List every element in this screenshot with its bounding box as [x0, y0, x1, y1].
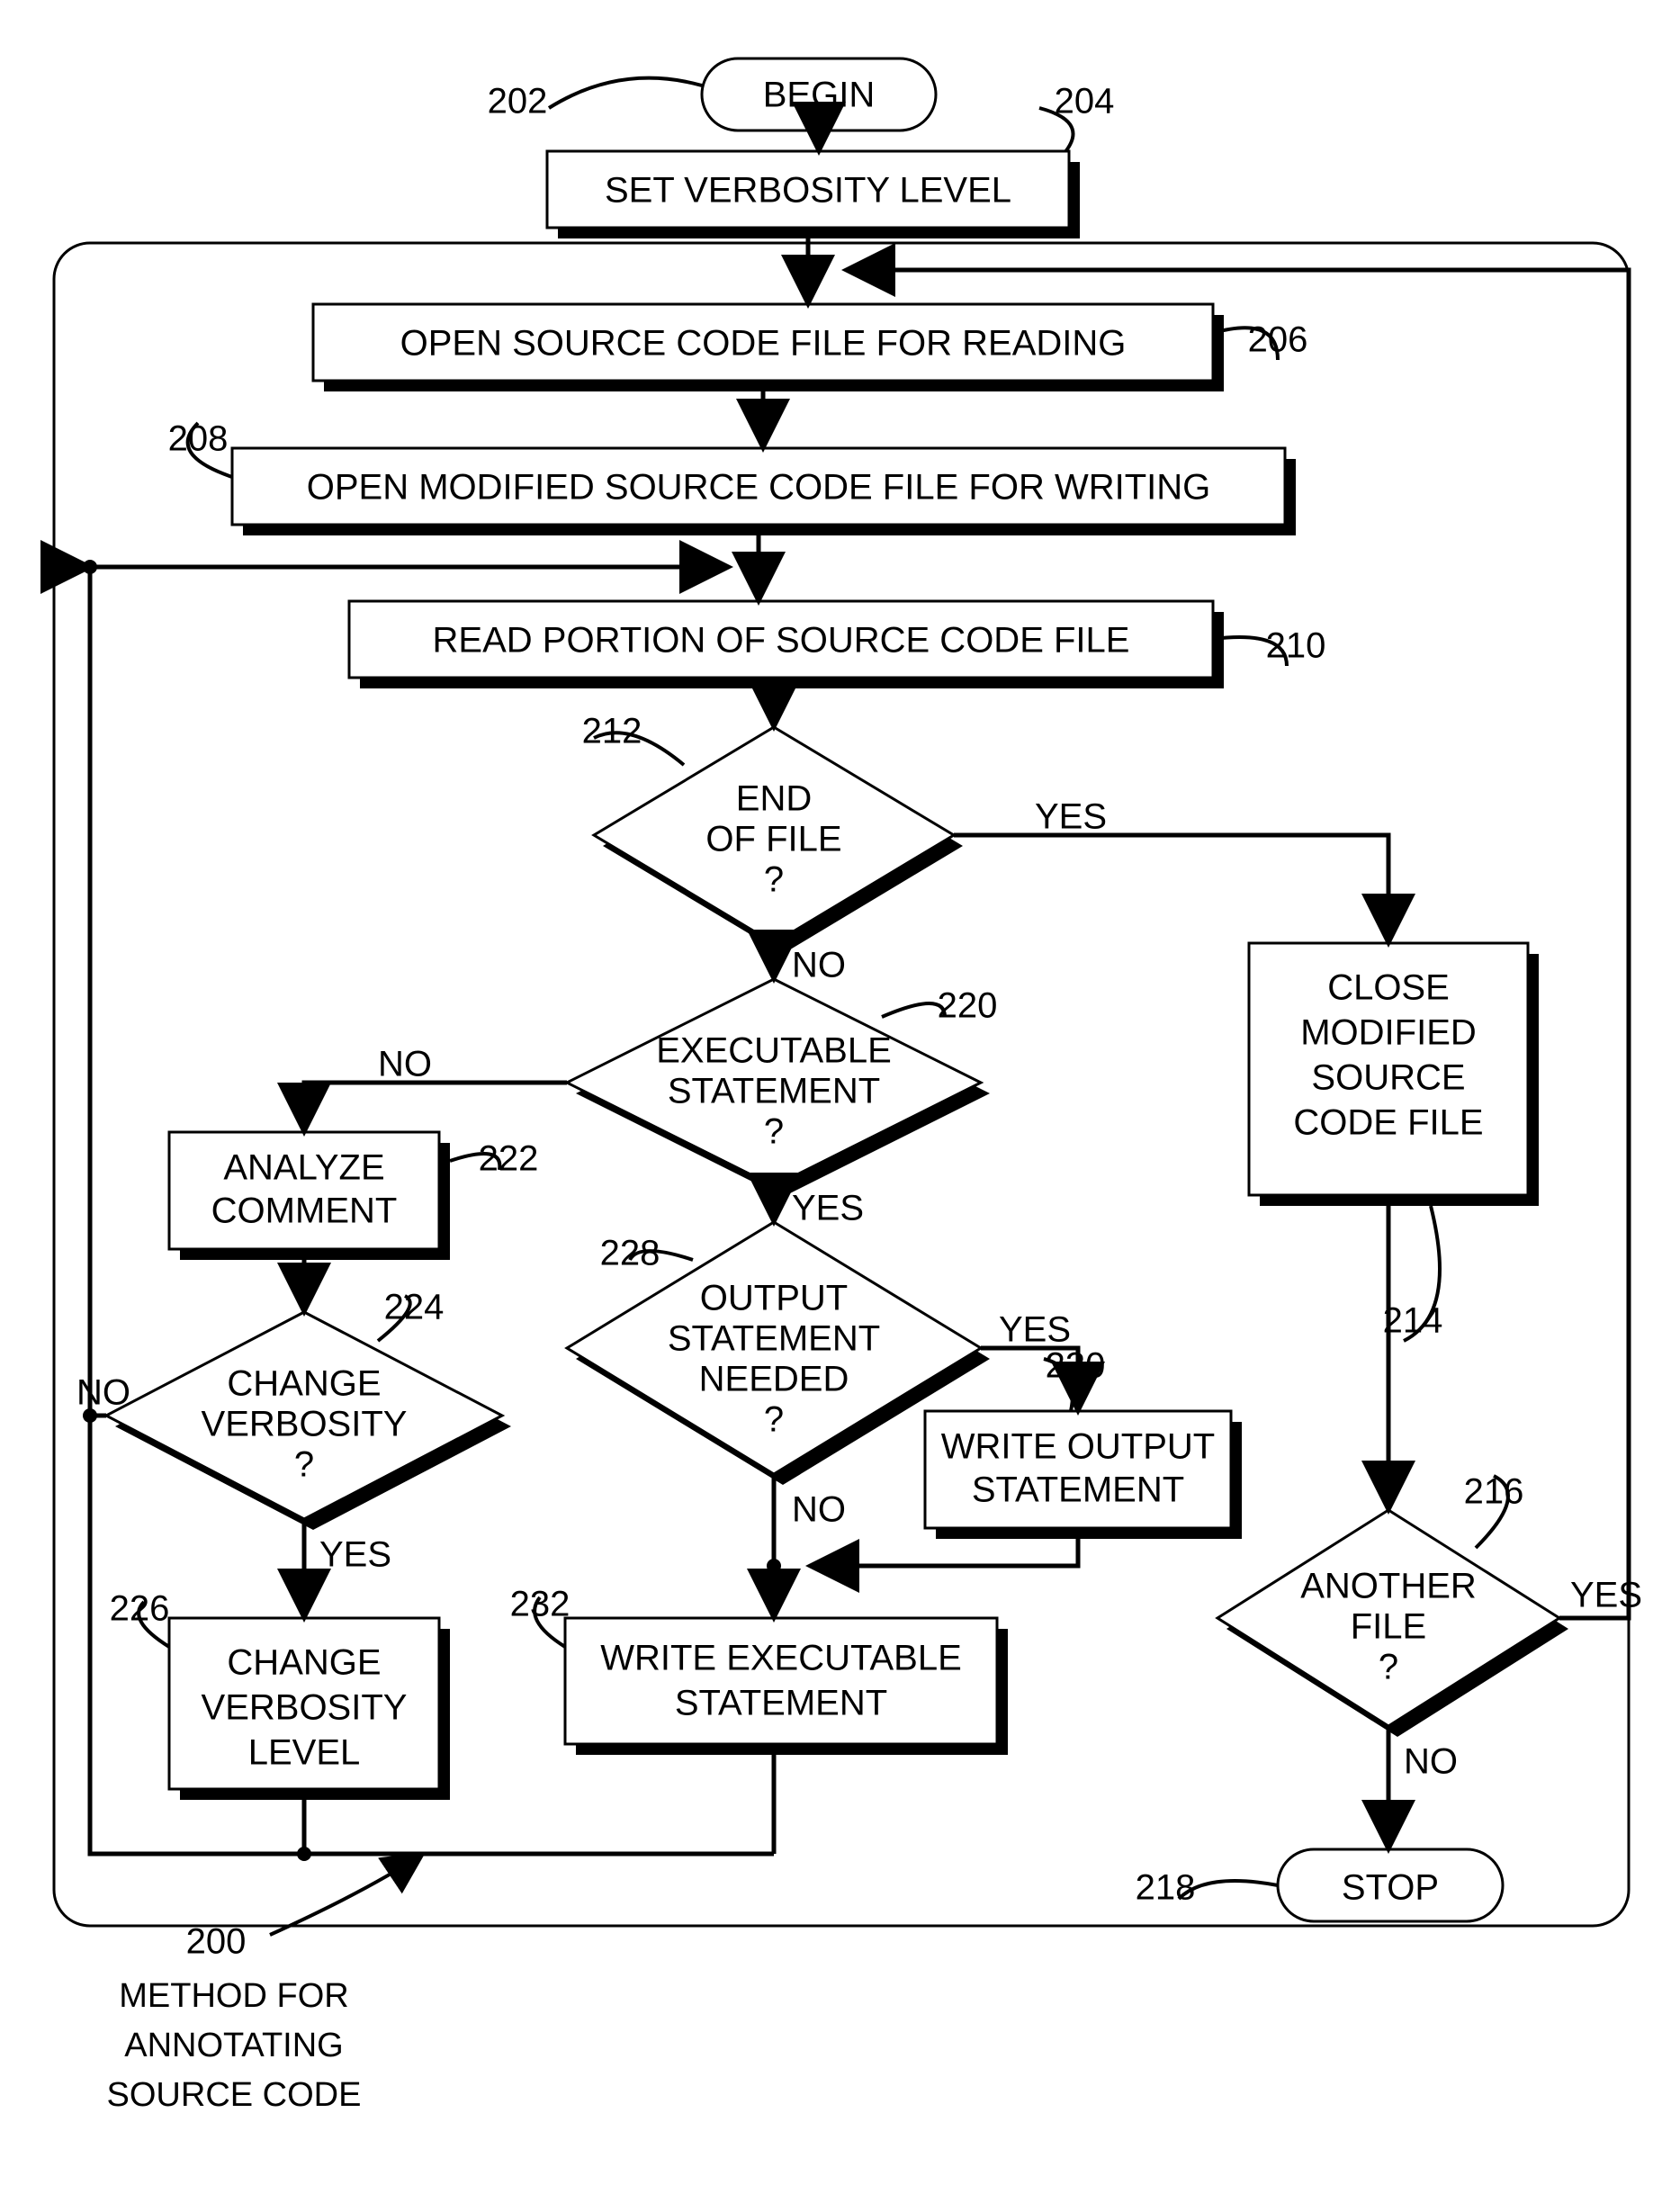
svg-text:MODIFIED: MODIFIED	[1300, 1013, 1477, 1053]
ref-222: 222	[479, 1139, 539, 1179]
svg-text:CHANGE: CHANGE	[227, 1643, 381, 1683]
ref-204: 204	[1055, 82, 1115, 121]
svg-text:OPEN MODIFIED SOURCE CODE FILE: OPEN MODIFIED SOURCE CODE FILE FOR WRITI…	[307, 468, 1211, 508]
svg-text:OUTPUT: OUTPUT	[700, 1279, 848, 1318]
svg-text:FILE: FILE	[1351, 1607, 1426, 1647]
svg-text:STATEMENT: STATEMENT	[668, 1072, 880, 1111]
node-214: CLOSE MODIFIED SOURCE CODE FILE	[1249, 943, 1539, 1206]
node-222: ANALYZE COMMENT	[169, 1132, 450, 1260]
svg-text:OPEN SOURCE CODE FILE FOR READ: OPEN SOURCE CODE FILE FOR READING	[400, 324, 1127, 364]
node-204: SET VERBOSITY LEVEL	[547, 151, 1080, 238]
edge-212-no: NO	[792, 946, 846, 985]
svg-text:LEVEL: LEVEL	[248, 1733, 361, 1773]
node-208: OPEN MODIFIED SOURCE CODE FILE FOR WRITI…	[232, 448, 1296, 535]
ref-224: 224	[384, 1288, 445, 1327]
svg-text:STATEMENT: STATEMENT	[972, 1470, 1184, 1510]
ref-212: 212	[582, 712, 642, 751]
node-226: CHANGE VERBOSITY LEVEL	[169, 1618, 450, 1800]
edge-224-yes: YES	[319, 1535, 391, 1575]
svg-text:ANALYZE: ANALYZE	[223, 1148, 384, 1188]
node-230: WRITE OUTPUT STATEMENT	[925, 1411, 1242, 1539]
ref-220: 220	[938, 986, 998, 1026]
svg-text:STATEMENT: STATEMENT	[668, 1319, 880, 1359]
svg-text:?: ?	[764, 1112, 784, 1152]
svg-text:END: END	[736, 779, 812, 819]
ref-202: 202	[488, 82, 548, 121]
node-210: READ PORTION OF SOURCE CODE FILE	[349, 601, 1224, 688]
ref-226: 226	[110, 1589, 170, 1629]
svg-text:BEGIN: BEGIN	[763, 76, 875, 115]
svg-text:WRITE EXECUTABLE: WRITE EXECUTABLE	[600, 1639, 962, 1678]
svg-text:CLOSE: CLOSE	[1327, 968, 1450, 1008]
svg-text:STATEMENT: STATEMENT	[675, 1684, 887, 1723]
svg-text:NEEDED: NEEDED	[699, 1360, 849, 1399]
svg-text:OF FILE: OF FILE	[705, 820, 841, 859]
edge-228-no: NO	[792, 1490, 846, 1530]
diagram-title-1: METHOD FOR	[119, 1977, 348, 2015]
diagram-title-2: ANNOTATING	[124, 2027, 343, 2064]
svg-text:VERBOSITY: VERBOSITY	[202, 1688, 408, 1728]
flowchart-diagram: BEGIN 202 204 SET VERBOSITY LEVEL OPEN S…	[0, 0, 1680, 2203]
svg-text:STOP: STOP	[1342, 1868, 1439, 1908]
edge-228-yes: YES	[999, 1310, 1071, 1350]
ref-214: 214	[1383, 1301, 1443, 1341]
svg-text:WRITE OUTPUT: WRITE OUTPUT	[941, 1427, 1215, 1467]
svg-text:?: ?	[764, 1400, 784, 1440]
svg-text:?: ?	[1379, 1648, 1398, 1687]
ref-208: 208	[168, 419, 229, 459]
edge-216-yes: YES	[1570, 1576, 1642, 1615]
svg-text:EXECUTABLE: EXECUTABLE	[656, 1031, 892, 1071]
edge-224-no: NO	[76, 1373, 130, 1413]
svg-text:VERBOSITY: VERBOSITY	[202, 1405, 408, 1444]
ref-216: 216	[1464, 1472, 1524, 1512]
ref-232: 232	[510, 1585, 570, 1624]
svg-text:ANOTHER: ANOTHER	[1300, 1567, 1477, 1606]
node-stop: STOP	[1278, 1849, 1503, 1921]
edge-220-no: NO	[378, 1045, 432, 1084]
ref-230: 230	[1046, 1346, 1106, 1386]
svg-text:?: ?	[294, 1445, 314, 1485]
edge-216-no: NO	[1404, 1742, 1458, 1782]
ref-206: 206	[1248, 320, 1308, 360]
edge-220-yes: YES	[792, 1189, 864, 1228]
svg-text:SET VERBOSITY LEVEL: SET VERBOSITY LEVEL	[605, 171, 1011, 211]
svg-text:CHANGE: CHANGE	[227, 1364, 381, 1404]
svg-text:?: ?	[764, 860, 784, 900]
ref-228: 228	[600, 1234, 660, 1273]
svg-text:COMMENT: COMMENT	[211, 1191, 398, 1231]
edge-212-yes: YES	[1035, 797, 1107, 837]
ref-218: 218	[1136, 1868, 1196, 1908]
node-232: WRITE EXECUTABLE STATEMENT	[565, 1618, 1008, 1755]
ref-200: 200	[186, 1922, 247, 1962]
diagram-title-3: SOURCE CODE	[107, 2076, 362, 2114]
svg-text:SOURCE: SOURCE	[1311, 1058, 1465, 1098]
ref-210: 210	[1266, 626, 1326, 666]
svg-text:CODE FILE: CODE FILE	[1293, 1103, 1483, 1143]
node-begin: BEGIN	[702, 58, 936, 130]
node-206: OPEN SOURCE CODE FILE FOR READING	[313, 304, 1224, 391]
svg-text:READ PORTION OF SOURCE CODE FI: READ PORTION OF SOURCE CODE FILE	[433, 621, 1130, 661]
